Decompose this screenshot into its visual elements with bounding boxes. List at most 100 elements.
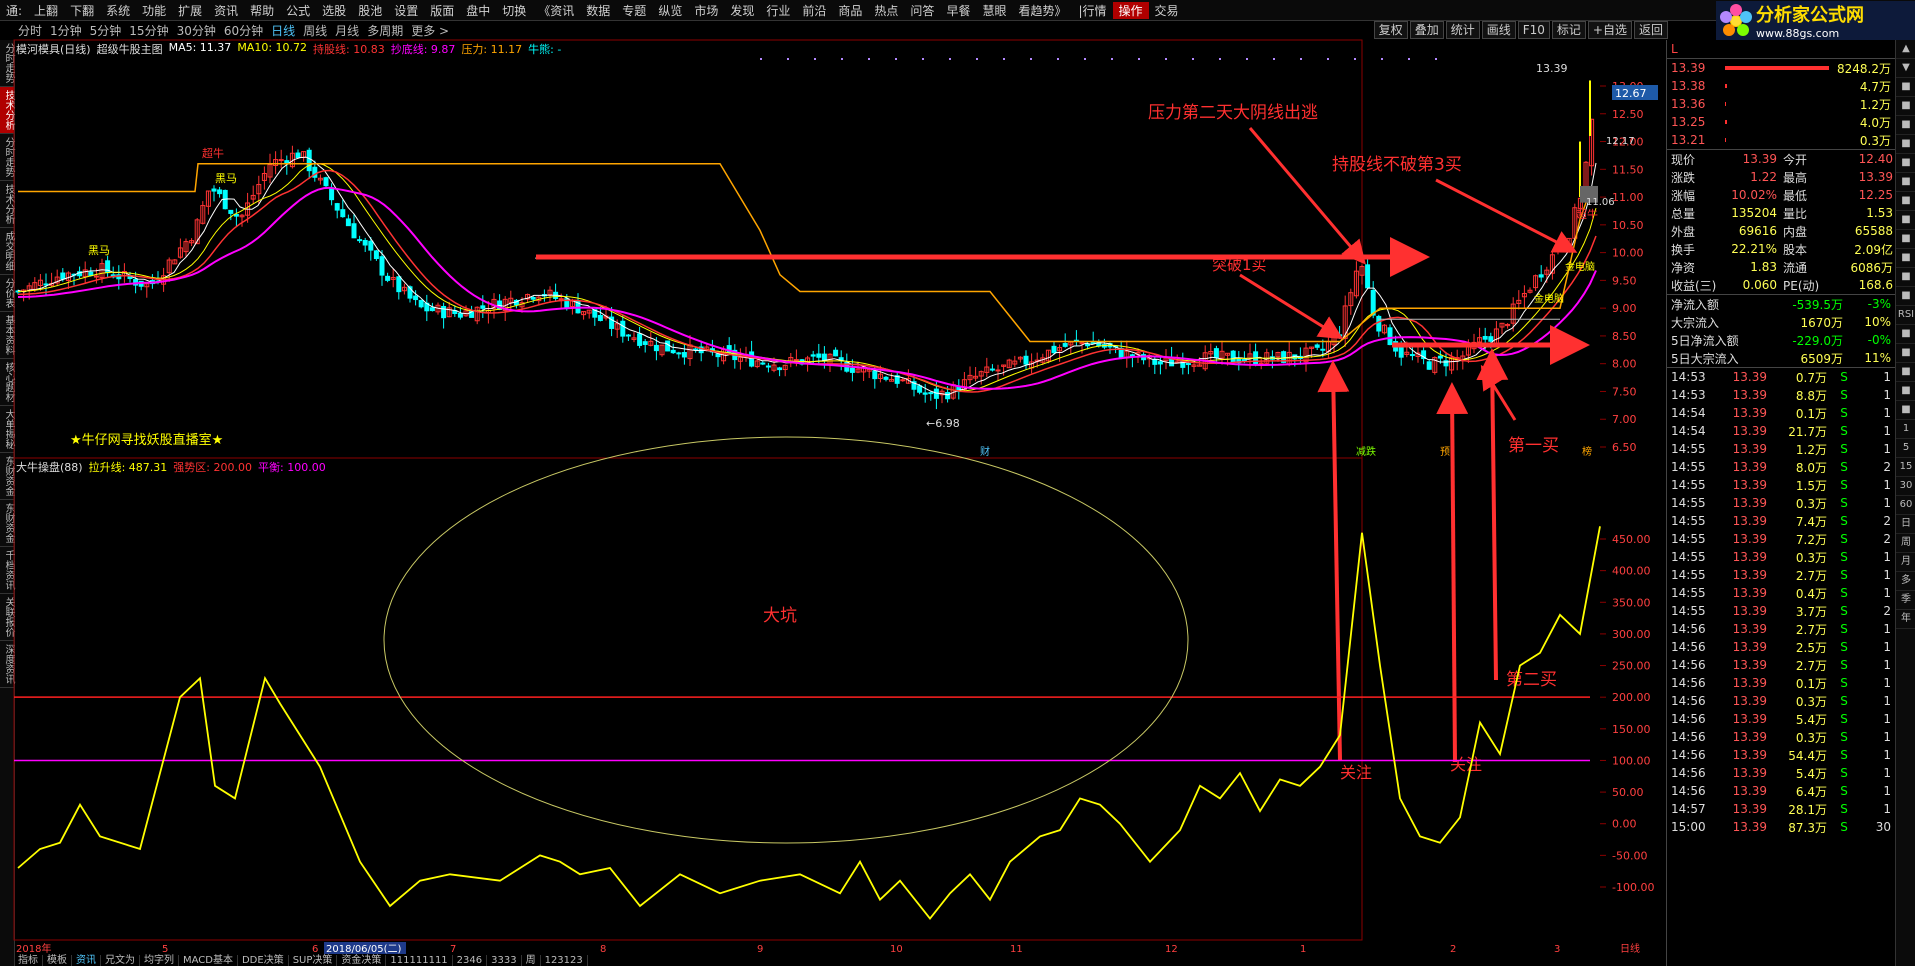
tool-strip-button[interactable]: ▼	[1896, 59, 1915, 78]
tick-price: 13.39	[1732, 388, 1767, 402]
tool-strip-button[interactable]: ▲	[1896, 40, 1915, 59]
tool-strip-button[interactable]: ■	[1896, 249, 1915, 268]
tool-strip-button[interactable]: ■	[1896, 211, 1915, 230]
bottom-tab[interactable]: 2346	[453, 955, 488, 966]
tool-strip-button[interactable]: 季	[1896, 591, 1915, 610]
bottom-tab[interactable]: 123123	[541, 955, 588, 966]
candle-body	[357, 239, 363, 242]
tool-strip-button[interactable]: 周	[1896, 534, 1915, 553]
candle-body	[1482, 335, 1488, 340]
tick-price: 13.39	[1732, 460, 1767, 474]
signal-dot	[895, 58, 897, 60]
order-book-row[interactable]: 13.36 1.2万	[1667, 95, 1895, 113]
tick-count: 1	[1883, 640, 1891, 654]
bottom-line	[17, 186, 1597, 390]
tool-strip-button[interactable]: ■	[1896, 135, 1915, 154]
ind-axis-label: 400.00	[1612, 565, 1651, 578]
order-book-row[interactable]: 13.25 4.0万	[1667, 113, 1895, 131]
candle-body	[676, 352, 682, 355]
flower-logo-icon	[1720, 3, 1752, 36]
tick-list[interactable]: 14:53 13.39 0.7万 S 1 14:53 13.39 8.8万 S 1 14:54 13.…	[1667, 367, 1895, 836]
bottom-tab[interactable]: 资讯	[72, 955, 101, 966]
flow-pct: 11%	[1864, 351, 1891, 365]
sub-indicator-name[interactable]: 大牛操盘(88)	[16, 459, 83, 475]
bottom-tab[interactable]: MACD基本	[179, 955, 238, 966]
tool-strip-button[interactable]: ■	[1896, 401, 1915, 420]
indicator-name[interactable]: 超级牛股主图	[97, 41, 163, 57]
annotation-text: 第一买	[1508, 436, 1559, 456]
tick-price: 13.39	[1732, 478, 1767, 492]
flow-label: 净流入额	[1671, 297, 1720, 312]
candle-body	[1409, 354, 1415, 357]
tool-strip-button[interactable]: ■	[1896, 97, 1915, 116]
bottom-tab[interactable]: 3333	[487, 955, 522, 966]
candle-body	[1437, 355, 1443, 359]
tool-strip-button[interactable]: ■	[1896, 325, 1915, 344]
tick-count: 2	[1883, 604, 1891, 618]
annotation-arrow	[1435, 178, 1578, 253]
tool-strip-button[interactable]: ■	[1896, 230, 1915, 249]
lift-line-value: 拉升线: 487.31	[88, 461, 168, 474]
tool-strip-button[interactable]: ■	[1896, 382, 1915, 401]
signal-dot	[1273, 58, 1275, 60]
order-book-row[interactable]: 13.21 0.3万	[1667, 131, 1895, 149]
tool-strip-button[interactable]: ■	[1896, 154, 1915, 173]
tool-strip-button[interactable]: 多	[1896, 572, 1915, 591]
order-book-row[interactable]: 13.38 4.7万	[1667, 77, 1895, 95]
bottom-tab[interactable]: 111111111	[386, 955, 453, 966]
bottom-tab[interactable]: 周	[522, 955, 541, 966]
tool-strip-button[interactable]: 月	[1896, 553, 1915, 572]
tick-count: 1	[1883, 478, 1891, 492]
flow-row: 大宗流入 1670万 10%	[1667, 313, 1895, 331]
date-label: 5	[162, 944, 168, 955]
tool-strip-button[interactable]: RSI	[1896, 306, 1915, 325]
tool-strip-button[interactable]: 60	[1896, 496, 1915, 515]
candle-body	[793, 359, 799, 362]
tick-time: 14:56	[1671, 622, 1706, 636]
annotation-arrow	[1317, 360, 1350, 761]
candle-body	[1157, 361, 1163, 365]
tool-strip-button[interactable]: ■	[1896, 173, 1915, 192]
quote-row: 涨幅 10.02% 最低 12.25	[1667, 186, 1895, 204]
tick-count: 1	[1883, 370, 1891, 384]
tool-strip-button[interactable]: 15	[1896, 458, 1915, 477]
signal-label: 超牛	[202, 146, 224, 160]
quote-value: 13.39	[1742, 152, 1777, 166]
tool-strip-button[interactable]: ■	[1896, 78, 1915, 97]
quote-value: 135204	[1731, 206, 1777, 220]
tick-time: 14:56	[1671, 730, 1706, 744]
bottom-tab[interactable]: 指标	[14, 955, 43, 966]
tick-row: 14:55 13.39 2.7万 S 1	[1667, 566, 1895, 584]
tool-strip-button[interactable]: ■	[1896, 192, 1915, 211]
tool-strip-button[interactable]: 1	[1896, 420, 1915, 439]
order-book-row[interactable]: 13.39 8248.2万	[1667, 59, 1895, 77]
panel-mode-label[interactable]: L	[1671, 42, 1678, 56]
tick-time: 14:55	[1671, 550, 1706, 564]
tick-price: 13.39	[1732, 640, 1767, 654]
quote-label: 流通	[1783, 260, 1808, 275]
candle-body	[1152, 358, 1158, 365]
kline-chart[interactable]: 13.0012.5012.0011.5011.0010.5010.009.509…	[0, 0, 1666, 966]
bottom-tab[interactable]: 均字列	[140, 955, 179, 966]
tool-strip-button[interactable]: ■	[1896, 363, 1915, 382]
tick-row: 14:56 13.39 5.4万 S 1	[1667, 764, 1895, 782]
candle-body	[1023, 355, 1029, 365]
bottom-tab[interactable]: SUP决策	[289, 955, 338, 966]
flow-pct: -0%	[1867, 333, 1891, 347]
tool-strip-button[interactable]: 30	[1896, 477, 1915, 496]
signal-label: 黑马	[215, 172, 237, 185]
tool-strip-button[interactable]: 年	[1896, 610, 1915, 629]
annotation-text: 大坑	[763, 606, 797, 626]
tool-strip-button[interactable]: 日	[1896, 515, 1915, 534]
tool-strip-button[interactable]: ■	[1896, 268, 1915, 287]
tool-strip-button[interactable]: 5	[1896, 439, 1915, 458]
bottom-tab[interactable]: DDE决策	[238, 955, 289, 966]
tool-strip-button[interactable]: ■	[1896, 287, 1915, 306]
bottom-tab[interactable]: 兄文为	[101, 955, 140, 966]
bottom-tab[interactable]: 资金决策	[337, 955, 387, 966]
tool-strip-button[interactable]: ■	[1896, 344, 1915, 363]
bottom-tab[interactable]: 模板	[43, 955, 72, 966]
tick-count: 1	[1883, 496, 1891, 510]
tool-strip-button[interactable]: ■	[1896, 116, 1915, 135]
tick-price: 13.39	[1732, 820, 1767, 834]
